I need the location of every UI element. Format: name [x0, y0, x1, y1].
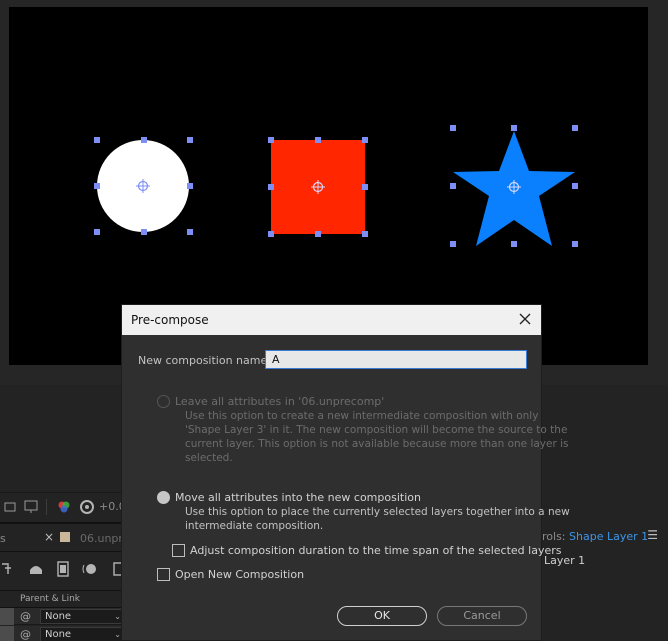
- timeline-column-header: Parent & Link: [0, 590, 130, 608]
- live-update-icon[interactable]: [0, 562, 12, 576]
- composition-name-label: New composition name:: [138, 354, 271, 367]
- close-icon[interactable]: [517, 311, 533, 327]
- transform-handle[interactable]: [94, 137, 100, 143]
- transform-handle[interactable]: [572, 183, 578, 189]
- leave-attributes-radio[interactable]: [157, 395, 170, 408]
- anchor-point-icon[interactable]: [136, 179, 150, 193]
- region-of-interest-icon[interactable]: [4, 501, 16, 513]
- move-attributes-description: Use this option to place the currently s…: [185, 506, 570, 532]
- parent-select[interactable]: None ⌄: [40, 627, 126, 641]
- color-management-icon[interactable]: [79, 499, 95, 515]
- transform-handle[interactable]: [187, 137, 193, 143]
- table-row[interactable]: @ None ⌄: [0, 626, 130, 641]
- transform-handle[interactable]: [362, 137, 368, 143]
- anchor-point-icon[interactable]: [311, 180, 325, 194]
- effect-controls-panel: rols: Shape Layer 1 ☰ Layer 1: [542, 522, 668, 641]
- cancel-button[interactable]: Cancel: [437, 606, 527, 626]
- transform-handle[interactable]: [268, 137, 274, 143]
- dialog-title: Pre-compose: [131, 313, 209, 327]
- transform-handle[interactable]: [94, 229, 100, 235]
- transform-handle[interactable]: [450, 183, 456, 189]
- tab-fragment: s: [0, 532, 6, 545]
- transform-handle[interactable]: [511, 125, 517, 131]
- transform-handle[interactable]: [187, 183, 193, 189]
- shy-layers-icon[interactable]: [28, 562, 44, 576]
- transform-handle[interactable]: [141, 229, 147, 235]
- transform-handle[interactable]: [511, 241, 517, 247]
- effect-controls-layer-name: Shape Layer 1: [569, 530, 649, 543]
- layer-label-color: [0, 626, 14, 641]
- viewer-toolbar: +0.0: [0, 492, 130, 520]
- leave-attributes-description: Use this option to create a new intermed…: [185, 410, 569, 464]
- parent-select[interactable]: None ⌄: [40, 609, 126, 624]
- toolbar-divider: [46, 499, 47, 515]
- precompose-dialog: Pre-compose New composition name: A Leav…: [121, 304, 570, 641]
- timeline-switches: [0, 554, 130, 584]
- transform-handle[interactable]: [362, 231, 368, 237]
- transform-handle[interactable]: [187, 229, 193, 235]
- transform-handle[interactable]: [450, 125, 456, 131]
- transform-handle[interactable]: [572, 241, 578, 247]
- leave-attributes-label: Leave all attributes in '06.unprecomp': [175, 395, 385, 408]
- composition-color-swatch: [60, 532, 70, 542]
- channel-icon[interactable]: [56, 499, 72, 515]
- chevron-down-icon: ⌄: [114, 612, 121, 621]
- panel-menu-icon[interactable]: ☰: [647, 528, 658, 542]
- transform-handle[interactable]: [315, 137, 321, 143]
- dialog-titlebar[interactable]: Pre-compose: [122, 305, 541, 335]
- frame-blending-icon[interactable]: [56, 561, 70, 577]
- timeline-tab-bar: s × 06.unpre: [0, 524, 130, 552]
- anchor-point-icon[interactable]: [507, 180, 521, 194]
- transform-handle[interactable]: [315, 231, 321, 237]
- ok-button[interactable]: OK: [337, 606, 427, 626]
- transparency-grid-icon[interactable]: [24, 500, 38, 514]
- close-tab-icon[interactable]: ×: [44, 530, 54, 544]
- layer-label-color: [0, 608, 14, 625]
- chevron-down-icon: ⌄: [114, 630, 121, 639]
- adjust-duration-checkbox[interactable]: [172, 544, 185, 557]
- transform-handle[interactable]: [268, 231, 274, 237]
- motion-blur-icon[interactable]: [82, 561, 98, 577]
- open-new-composition-checkbox[interactable]: [157, 568, 170, 581]
- transform-handle[interactable]: [94, 183, 100, 189]
- transform-handle[interactable]: [450, 241, 456, 247]
- transform-handle[interactable]: [268, 184, 274, 190]
- composition-name-input[interactable]: A: [265, 350, 527, 369]
- pick-whip-icon[interactable]: @: [20, 610, 31, 623]
- transform-handle[interactable]: [572, 125, 578, 131]
- open-new-composition-label: Open New Composition: [175, 568, 305, 581]
- move-attributes-radio[interactable]: [157, 491, 170, 504]
- transform-handle[interactable]: [362, 184, 368, 190]
- table-row[interactable]: @ None ⌄: [0, 608, 130, 625]
- transform-handle[interactable]: [141, 137, 147, 143]
- adjust-duration-label: Adjust composition duration to the time …: [190, 544, 562, 557]
- pick-whip-icon[interactable]: @: [20, 628, 31, 641]
- parent-link-column-header[interactable]: Parent & Link: [20, 594, 80, 604]
- move-attributes-label: Move all attributes into the new composi…: [175, 491, 421, 504]
